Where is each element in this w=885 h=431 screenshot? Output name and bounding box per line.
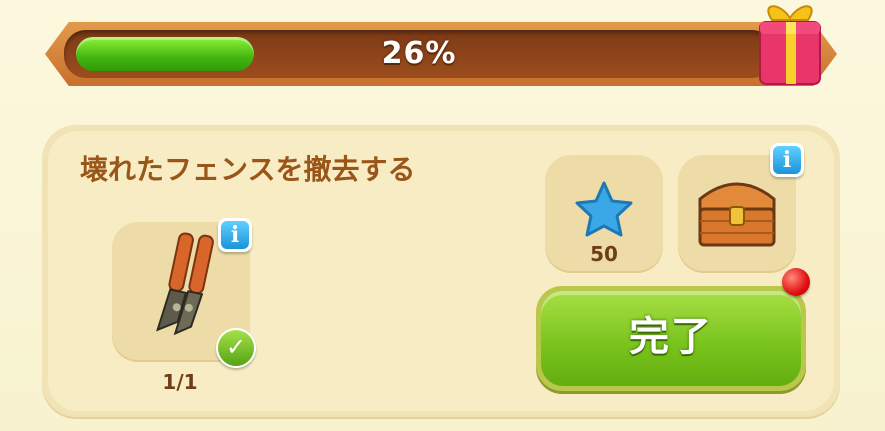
notification-dot <box>782 268 810 296</box>
complete-button-label: 完了 <box>541 291 801 386</box>
progress-bar: 26% <box>64 30 774 78</box>
requirement-info-button[interactable]: i <box>218 218 252 252</box>
info-icon: i <box>773 146 801 174</box>
completed-check-icon: ✓ <box>216 328 256 368</box>
complete-button[interactable]: 完了 <box>536 286 806 391</box>
reward-info-button[interactable]: i <box>770 143 804 177</box>
reward-star-amount: 50 <box>590 242 618 266</box>
progress-percent-text: 26% <box>381 36 457 71</box>
gift-box-icon[interactable] <box>750 0 830 90</box>
requirement-count: 1/1 <box>162 370 198 394</box>
quest-screen: 26% 壊れたフェンスを撤去する i ✓ 1/1 50 i 完了 <box>0 0 885 431</box>
info-icon: i <box>221 221 249 249</box>
quest-title: 壊れたフェンスを撤去する <box>80 153 416 186</box>
